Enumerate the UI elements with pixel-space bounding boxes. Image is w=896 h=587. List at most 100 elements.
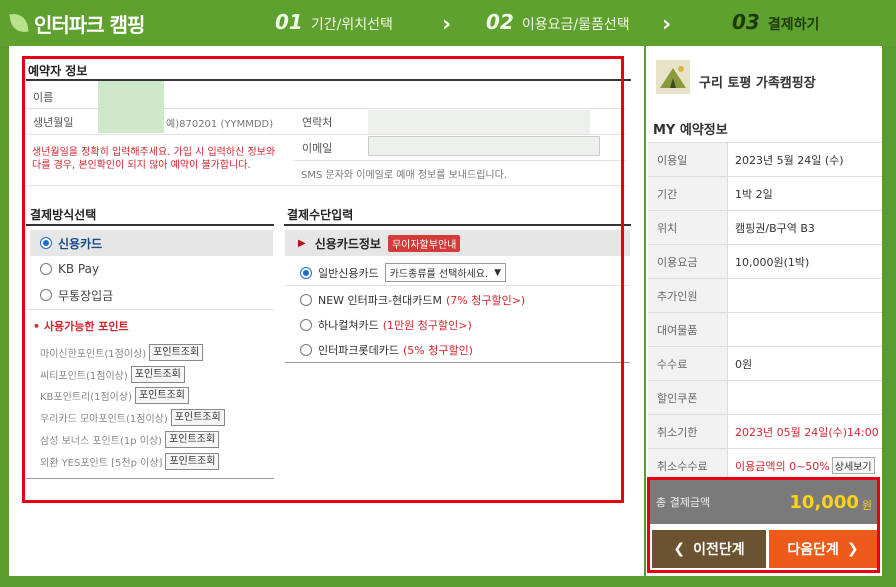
next-step-label: 다음단계 — [787, 542, 839, 558]
name-value-redacted — [98, 81, 164, 133]
discount-link[interactable]: (1만원 청구할인>) — [383, 317, 472, 333]
card-option-label: 하나컬쳐카드 — [318, 319, 379, 332]
row-divider — [26, 134, 626, 135]
total-label: 총 결제금액 — [656, 496, 711, 509]
chevron-left-icon: ❮ — [673, 541, 686, 557]
chevron-right-icon: › — [442, 12, 452, 37]
section-divider — [284, 224, 631, 226]
info-row-cancel-fee: 취소수수료 이용금액의 0~50% 상세보기 — [648, 448, 882, 482]
row-divider — [293, 160, 626, 161]
card-option-lotte[interactable]: 인터파크롯데카드 (5% 청구할인) — [300, 342, 473, 358]
radio-icon[interactable] — [300, 294, 312, 306]
point-row: 마이신한포인트(1점이상) 포인트조회 — [40, 344, 204, 361]
card-option-hana[interactable]: 하나컬쳐카드 (1만원 청구할인>) — [300, 317, 472, 333]
next-step-button[interactable]: 다음단계 ❯ — [769, 530, 877, 568]
card-info-label: 신용카드정보 — [314, 236, 381, 251]
step-2[interactable]: 02 이용요금/물품선택 — [486, 10, 630, 34]
payment-method-title: 결제방식선택 — [30, 208, 97, 222]
step-1-number: 01 — [275, 10, 303, 34]
card-input-title: 결제수단입력 — [287, 208, 354, 222]
payment-option-kbpay[interactable]: KB Pay — [30, 256, 273, 282]
step-3: 03 결제하기 — [732, 10, 819, 34]
section-divider — [26, 224, 274, 226]
info-row-location: 위치 캠핑권/B구역 B3 — [648, 210, 882, 244]
info-row-fee: 이용요금 10,000원(1박) — [648, 244, 882, 278]
row-divider — [285, 285, 630, 286]
point-check-button[interactable]: 포인트조회 — [149, 344, 204, 361]
info-row-extra-people: 추가인원 — [648, 278, 882, 312]
payment-option-card[interactable]: 신용카드 — [30, 230, 273, 256]
total-unit: 원 — [861, 498, 872, 512]
card-info-header: ▶ 신용카드정보 무이자할부안내 — [285, 230, 630, 256]
point-row: 우리카드 모아포인트(1점이상) 포인트조회 — [40, 409, 225, 426]
chevron-right-icon: ❯ — [846, 541, 859, 557]
campsite-name: 구리 토평 가족캠핑장 — [699, 76, 816, 91]
detail-view-button[interactable]: 상세보기 — [831, 457, 875, 474]
row-divider — [26, 185, 626, 186]
point-row: KB포인트리(1점이상) 포인트조회 — [40, 387, 189, 404]
card-option-label: NEW 인터파크-현대카드M — [318, 294, 442, 307]
info-row-coupon: 할인쿠폰 — [648, 380, 882, 414]
radio-icon[interactable] — [300, 344, 312, 356]
radio-selected-icon[interactable] — [300, 266, 312, 279]
info-row-period: 기간 1박 2일 — [648, 176, 882, 210]
birth-warning: 생년월일을 정확히 입력해주세요. 가입 시 입력하신 정보와 다를 경우, 본… — [32, 147, 276, 171]
info-row-commission: 수수료 0원 — [648, 346, 882, 380]
prev-step-label: 이전단계 — [693, 542, 745, 558]
installment-info-badge[interactable]: 무이자할부안내 — [387, 234, 461, 252]
step-1-label: 기간/위치선택 — [310, 17, 393, 33]
row-divider — [26, 478, 274, 479]
radio-selected-icon[interactable] — [40, 237, 52, 249]
point-row: 외환 YES포인트 [5천p 이상] 포인트조회 — [40, 453, 220, 470]
name-label: 이름 — [33, 91, 54, 104]
contact-label: 연락처 — [302, 116, 333, 129]
reserver-title: 예약자 정보 — [28, 64, 88, 78]
prev-step-button[interactable]: ❮ 이전단계 — [652, 530, 766, 568]
step-3-number: 03 — [732, 10, 760, 34]
row-divider — [26, 309, 274, 310]
my-reservation-title: MY 예약정보 — [653, 123, 728, 138]
discount-link[interactable]: (7% 청구할인>) — [446, 292, 525, 308]
payment-option-label: 무통장입금 — [58, 288, 114, 303]
email-input[interactable] — [368, 136, 600, 156]
radio-icon[interactable] — [300, 319, 312, 331]
step-2-number: 02 — [486, 10, 514, 34]
info-row-date: 이용일 2023년 5월 24일 (수) — [648, 142, 882, 176]
point-check-button[interactable]: 포인트조회 — [170, 409, 225, 426]
discount-link[interactable]: (5% 청구할인) — [403, 342, 473, 358]
chevron-right-icon: › — [662, 12, 672, 37]
step-2-label: 이용요금/물품선택 — [521, 17, 630, 33]
card-option-label: 일반신용카드 — [318, 266, 379, 280]
triangle-right-icon: ▶ — [298, 237, 306, 249]
email-label: 이메일 — [302, 142, 333, 155]
info-row-rental: 대여물품 — [648, 312, 882, 346]
total-payment: 총 결제금액 10,000 원 — [648, 480, 880, 524]
contact-input[interactable] — [368, 110, 590, 134]
radio-icon[interactable] — [40, 263, 52, 275]
step-1[interactable]: 01 기간/위치선택 — [275, 10, 393, 34]
point-row: 삼성 보너스 포인트(1p 이상) 포인트조회 — [40, 431, 220, 448]
step-3-label: 결제하기 — [767, 17, 820, 33]
point-check-button[interactable]: 포인트조회 — [165, 431, 220, 448]
payment-option-bank[interactable]: 무통장입금 — [30, 282, 273, 308]
chevron-down-icon: ▼ — [494, 267, 502, 278]
payment-option-label: KB Pay — [58, 262, 100, 276]
point-check-button[interactable]: 포인트조회 — [134, 387, 189, 404]
point-check-button[interactable]: 포인트조회 — [165, 453, 220, 470]
card-option-hyundai[interactable]: NEW 인터파크-현대카드M (7% 청구할인>) — [300, 292, 525, 308]
card-type-select[interactable]: 카드종류를 선택하세요. ▼ — [384, 263, 507, 282]
logo-text: 인터파크 캠핑 — [34, 12, 145, 37]
logo[interactable]: 인터파크 캠핑 — [8, 7, 145, 39]
tent-icon — [656, 60, 690, 94]
radio-icon[interactable] — [40, 289, 52, 301]
points-title: • 사용가능한 포인트 — [33, 320, 129, 333]
point-row: 씨티포인트(1점이상) 포인트조회 — [40, 366, 185, 383]
payment-option-label: 신용카드 — [58, 236, 103, 251]
birth-hint: 예)870201 (YYMMDD) — [166, 119, 274, 130]
card-option-general[interactable]: 일반신용카드 카드종류를 선택하세요. ▼ — [300, 263, 507, 282]
top-header: 인터파크 캠핑 01 기간/위치선택 › 02 이용요금/물품선택 › 03 결제… — [0, 0, 896, 46]
sms-note: SMS 문자와 이메일로 예매 정보를 보내드립니다. — [301, 170, 507, 181]
leaf-icon — [8, 11, 30, 35]
point-check-button[interactable]: 포인트조회 — [130, 366, 185, 383]
total-amount: 10,000 — [789, 491, 859, 513]
